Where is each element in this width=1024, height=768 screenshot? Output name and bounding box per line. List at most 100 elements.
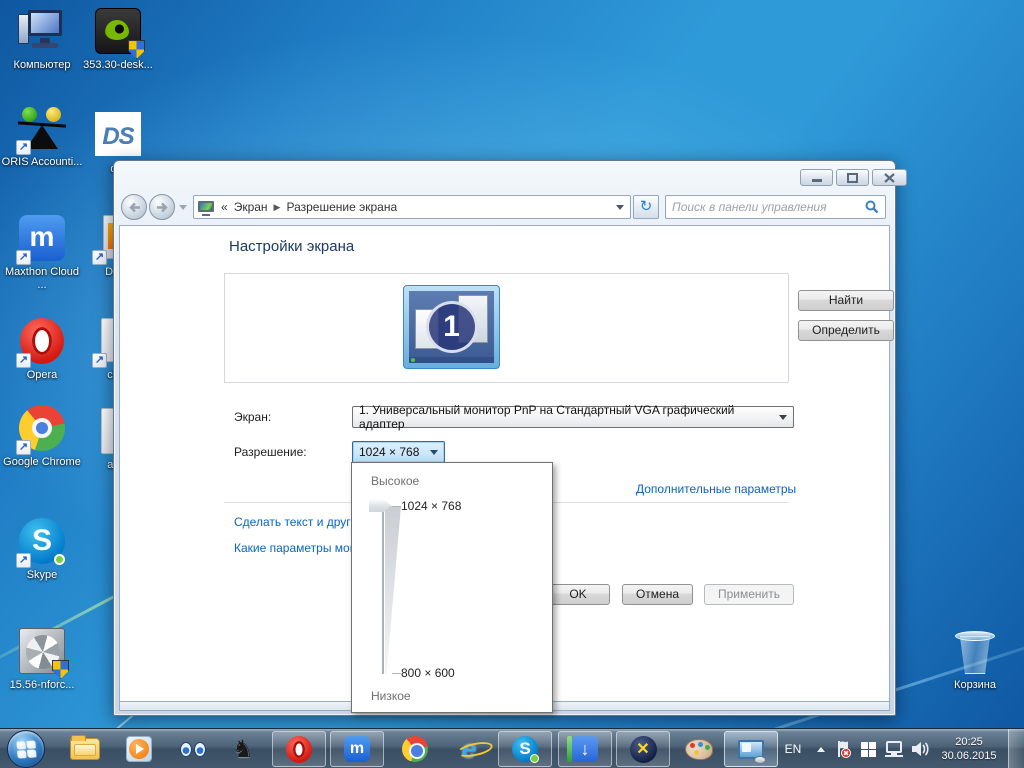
chevron-down-icon [779, 414, 787, 420]
close-button[interactable] [872, 169, 907, 186]
desktop-icon-opera[interactable]: ↗ Opera [0, 318, 84, 382]
resolution-field-label: Разрешение: [234, 445, 307, 459]
breadcrumb-separator-icon[interactable]: ▶ [272, 202, 283, 213]
shortcut-arrow-icon: ↗ [16, 553, 31, 568]
uac-shield-icon [52, 660, 69, 679]
slider-gradient-wedge [385, 506, 401, 674]
shortcut-arrow-icon: ↗ [92, 353, 107, 368]
chrome-icon: ↗ [16, 405, 66, 455]
language-indicator[interactable]: EN [776, 729, 810, 768]
monitor-preview[interactable]: 1 [403, 285, 500, 369]
volume-icon[interactable] [908, 729, 932, 768]
breadcrumb-chevrons[interactable]: « [219, 200, 230, 214]
shortcut-arrow-icon: ↗ [16, 250, 31, 265]
refresh-button[interactable]: ↻ [633, 195, 659, 219]
monitor-number-badge: 1 [425, 301, 478, 353]
windows-logo-icon [16, 740, 37, 759]
desktop-icon-label: Корзина [954, 679, 996, 691]
action-center-icon[interactable] [832, 729, 854, 768]
forward-arrow-icon [156, 202, 168, 212]
start-button[interactable] [7, 730, 45, 768]
recent-pages-dropdown-icon[interactable] [179, 204, 187, 210]
taskbar-eyes-app-button[interactable] [170, 731, 216, 767]
maximize-icon [847, 172, 858, 183]
address-bar[interactable]: « Экран ▶ Разрешение экрана [193, 195, 631, 219]
taskbar-chrome-button[interactable] [392, 731, 438, 767]
search-box[interactable] [665, 195, 886, 219]
x-orb-icon: ✕ [629, 735, 657, 763]
advanced-settings-link[interactable]: Дополнительные параметры [636, 482, 796, 496]
maximize-button[interactable] [836, 169, 869, 186]
find-button[interactable]: Найти [798, 290, 894, 311]
chess-knight-icon: ♞ [232, 735, 254, 763]
slider-high-label: Высокое [371, 474, 420, 488]
breadcrumb-resolution[interactable]: Разрешение экрана [282, 198, 401, 216]
chrome-icon [402, 736, 428, 762]
taskbar-paint-button[interactable] [676, 731, 722, 767]
taskbar-maxthon-button[interactable]: m [330, 731, 384, 767]
desktop-icon-computer[interactable]: Компьютер [0, 8, 84, 72]
back-button[interactable] [121, 194, 147, 220]
ok-button[interactable]: OK [546, 584, 610, 605]
desktop-icon-skype[interactable]: S ↗ Skype [0, 518, 84, 582]
address-dropdown-button[interactable] [612, 197, 628, 217]
ds-logo-icon: DS [94, 112, 142, 160]
slider-track[interactable] [382, 506, 384, 674]
desktop-icon-label: Google Chrome [3, 456, 81, 468]
computer-icon [18, 8, 66, 56]
taskbar-display-settings-button-active[interactable] [724, 731, 778, 767]
network-icon[interactable] [882, 729, 906, 768]
shortcut-arrow-icon: ↗ [16, 140, 31, 155]
skype-icon: S [512, 736, 539, 763]
desktop-icon-label: 353.30-desk... [83, 59, 153, 71]
taskbar-opera-button[interactable] [272, 731, 326, 767]
search-input[interactable] [672, 200, 865, 214]
taskbar-download-manager-button[interactable]: ↓ [558, 731, 612, 767]
get-windows10-icon[interactable] [856, 729, 880, 768]
back-arrow-icon [128, 202, 140, 212]
taskbar: ♞ m e S ↓ ✕ EN 20:25 30.06.2015 [0, 728, 1024, 768]
desktop-icon-google-chrome[interactable]: ↗ Google Chrome [0, 405, 84, 469]
show-desktop-button[interactable] [1008, 729, 1024, 768]
chevron-up-icon [817, 746, 825, 752]
taskbar-explorer-button[interactable] [62, 731, 108, 767]
desktop-icon-maxthon[interactable]: m ↗ Maxthon Cloud ... [0, 215, 84, 292]
cancel-button[interactable]: Отмена [622, 584, 693, 605]
taskbar-x-app-button[interactable]: ✕ [616, 731, 670, 767]
taskbar-media-player-button[interactable] [116, 731, 162, 767]
shortcut-arrow-icon: ↗ [16, 440, 31, 455]
taskbar-skype-button[interactable]: S [498, 731, 552, 767]
minimize-icon [811, 179, 822, 182]
taskbar-chess-app-button[interactable]: ♞ [220, 731, 266, 767]
show-hidden-icons-button[interactable] [812, 729, 830, 768]
forward-button[interactable] [149, 194, 175, 220]
resolution-select[interactable]: 1024 × 768 [352, 441, 445, 463]
desktop-icon-nvidia[interactable]: 353.30-desk... [76, 8, 160, 72]
text-size-link[interactable]: Сделать текст и другие [234, 515, 364, 529]
clock[interactable]: 20:25 30.06.2015 [934, 729, 1004, 768]
desktop-icon-nforce[interactable]: 15.56-nforc... [0, 628, 84, 692]
media-player-icon [126, 736, 152, 762]
breadcrumb-screen[interactable]: Экран [230, 198, 272, 216]
desktop-icon-label: Opera [26, 369, 58, 381]
close-icon [884, 172, 895, 183]
screen-select[interactable]: 1. Универсальный монитор PnP на Стандарт… [352, 403, 794, 431]
slider-tick [392, 506, 401, 507]
identify-button[interactable]: Определить [798, 320, 894, 341]
desktop-icon-label: Компьютер [13, 59, 71, 71]
desktop-icon-recycle-bin[interactable]: Корзина [933, 628, 1017, 692]
download-arrow-icon: ↓ [567, 736, 598, 762]
minimize-button[interactable] [800, 169, 833, 186]
apply-button-disabled: Применить [704, 584, 794, 605]
eyes-icon [180, 741, 206, 757]
resolution-option-1024x768[interactable]: 1024 × 768 [401, 499, 461, 513]
scales-icon: ↗ [16, 105, 67, 155]
taskbar-ie-button[interactable]: e [446, 731, 492, 767]
screen-field-label: Экран: [234, 410, 272, 424]
monitor-params-link[interactable]: Какие параметры мон [234, 541, 356, 555]
resolution-option-800x600[interactable]: 800 × 600 [401, 666, 455, 680]
chevron-down-icon [616, 204, 624, 210]
desktop-icon-oris[interactable]: ↗ ORIS Accounti... [0, 105, 84, 169]
skype-icon: S ↗ [16, 518, 66, 568]
slider-tick [392, 673, 401, 674]
